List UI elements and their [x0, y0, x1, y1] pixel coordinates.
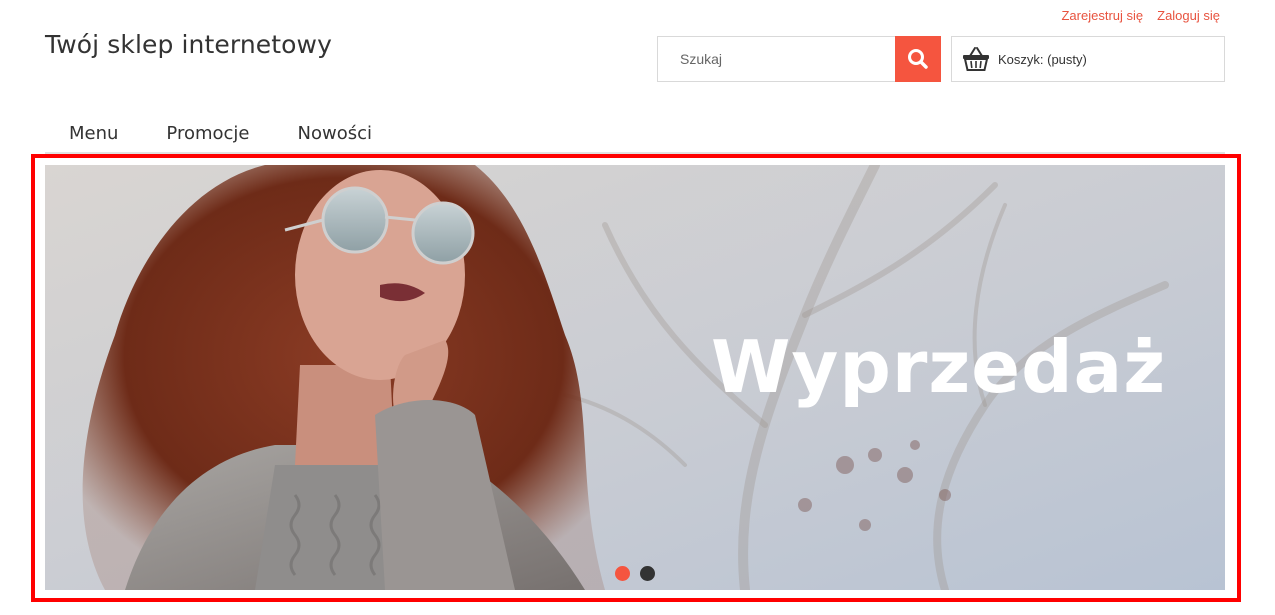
banner-headline: Wyprzedaż: [711, 325, 1167, 409]
search-icon: [908, 49, 928, 69]
cart-button[interactable]: Koszyk: (pusty): [951, 36, 1225, 82]
basket-icon: [962, 45, 992, 73]
nav-item-menu[interactable]: Menu: [45, 112, 142, 152]
carousel-dot-2[interactable]: [640, 566, 655, 581]
login-link[interactable]: Zaloguj się: [1157, 8, 1220, 23]
hero-banner[interactable]: Wyprzedaż: [45, 165, 1225, 590]
top-links: Zarejestruj się Zaloguj się: [1061, 8, 1220, 23]
register-link[interactable]: Zarejestruj się: [1061, 8, 1143, 23]
carousel-dot-1[interactable]: [615, 566, 630, 581]
main-nav: Menu Promocje Nowości: [45, 112, 1225, 154]
search-box: [657, 36, 941, 82]
cart-label: Koszyk: (pusty): [998, 51, 1087, 67]
search-input[interactable]: [657, 36, 895, 82]
search-button[interactable]: [895, 36, 941, 82]
nav-item-nowosci[interactable]: Nowości: [274, 112, 397, 152]
carousel-dots: [615, 566, 655, 581]
store-title[interactable]: Twój sklep internetowy: [45, 30, 332, 59]
nav-item-promocje[interactable]: Promocje: [142, 112, 273, 152]
